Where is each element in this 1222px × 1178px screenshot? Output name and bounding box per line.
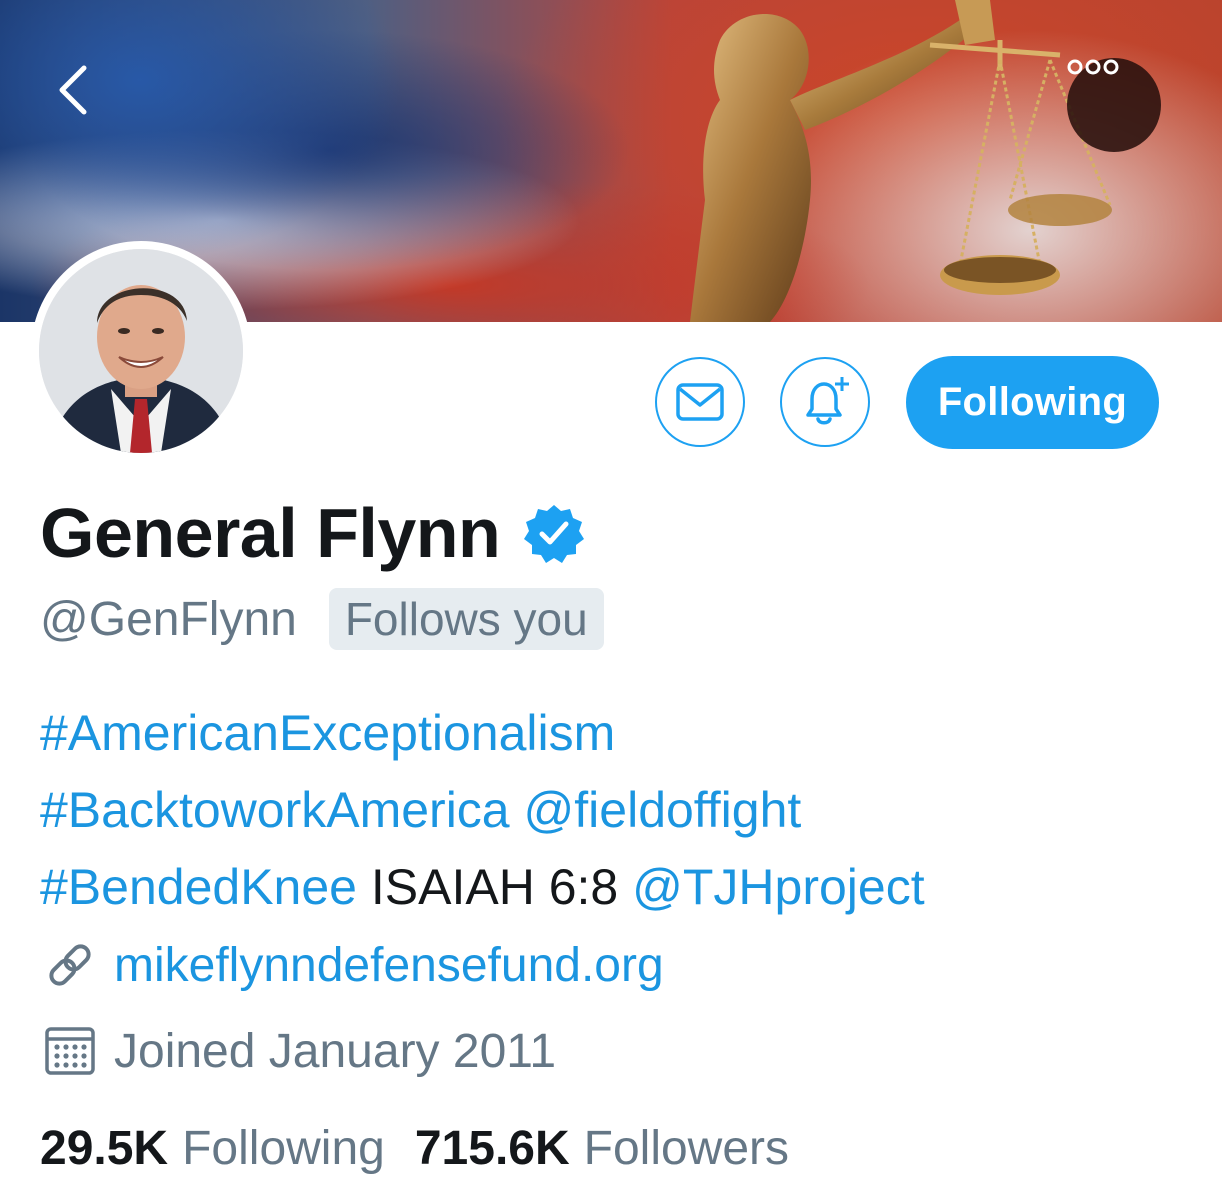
following-label: Following (182, 1121, 385, 1175)
website-link[interactable]: mikeflynndefensefund.org (114, 938, 664, 993)
handle-row: @GenFlynn Follows you (40, 586, 604, 652)
following-count: 29.5K (40, 1121, 169, 1175)
follows-you-badge: Follows you (328, 588, 604, 650)
follow-stats: 29.5K Following 715.6K Followers (40, 1118, 789, 1178)
hashtag-link[interactable]: #BendedKnee (40, 859, 357, 915)
bio-line: #AmericanExceptionalism (40, 695, 925, 772)
hashtag-link[interactable]: #BacktoworkAmerica (40, 782, 510, 838)
back-button[interactable] (54, 64, 118, 148)
followers-count-link[interactable]: 715.6K Followers (415, 1121, 789, 1176)
chevron-left-icon (59, 65, 87, 115)
message-button[interactable] (655, 357, 745, 447)
hashtag-link[interactable]: #AmericanExceptionalism (40, 705, 615, 761)
profile-bio: #AmericanExceptionalism #BacktoworkAmeri… (40, 695, 925, 926)
mention-link[interactable]: @fieldoffight (524, 782, 802, 838)
bio-line: #BendedKnee ISAIAH 6:8 @TJHproject (40, 849, 925, 926)
avatar-photo (39, 249, 243, 453)
notifications-button[interactable] (780, 357, 870, 447)
more-options-button[interactable] (1067, 58, 1161, 152)
profile-avatar[interactable] (31, 241, 251, 461)
bio-line: #BacktoworkAmerica @fieldoffight (40, 772, 925, 849)
calendar-icon (42, 1023, 98, 1079)
joined-date: Joined January 2011 (114, 1024, 557, 1078)
bio-text: ISAIAH 6:8 (370, 859, 619, 915)
followers-label: Followers (583, 1121, 790, 1175)
verified-badge-icon (524, 503, 585, 563)
mention-link[interactable]: @TJHproject (632, 859, 924, 915)
display-name-row: General Flynn (40, 488, 585, 578)
website-row: mikeflynndefensefund.org (42, 934, 664, 996)
display-name: General Flynn (40, 494, 501, 572)
link-icon (42, 937, 98, 993)
handle: @GenFlynn (40, 592, 297, 646)
followers-count: 715.6K (414, 1121, 570, 1175)
more-options-icon (1067, 59, 1119, 75)
following-button[interactable]: Following (906, 356, 1159, 449)
bell-plus-icon (806, 377, 849, 425)
following-count-link[interactable]: 29.5K Following (40, 1121, 385, 1176)
joined-row: Joined January 2011 (42, 1020, 556, 1082)
envelope-icon (676, 383, 724, 421)
